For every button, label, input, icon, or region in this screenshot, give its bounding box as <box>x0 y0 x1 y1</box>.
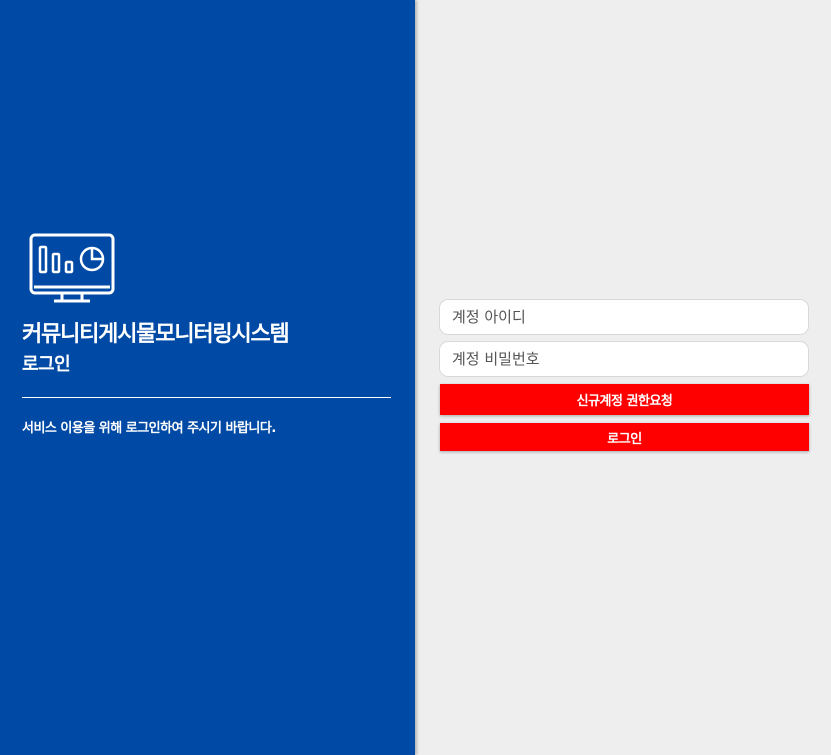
divider <box>22 397 391 398</box>
account-id-input[interactable] <box>439 299 809 335</box>
login-page: 커뮤니티게시물모니터링시스템 로그인 서비스 이용을 위해 로그인하여 주시기 … <box>0 0 831 755</box>
monitor-chart-icon <box>29 233 115 303</box>
request-account-button[interactable]: 신규계정 권한요청 <box>440 384 809 415</box>
system-title: 커뮤니티게시물모니터링시스템 <box>22 322 290 347</box>
login-form-panel: 신규계정 권한요청 로그인 <box>415 0 831 755</box>
login-button[interactable]: 로그인 <box>440 423 809 451</box>
branding-panel: 커뮤니티게시물모니터링시스템 로그인 서비스 이용을 위해 로그인하여 주시기 … <box>0 0 415 755</box>
page-subtitle: 로그인 <box>22 354 71 375</box>
login-notice: 서비스 이용을 위해 로그인하여 주시기 바랍니다. <box>22 421 276 436</box>
account-password-input[interactable] <box>439 341 809 377</box>
